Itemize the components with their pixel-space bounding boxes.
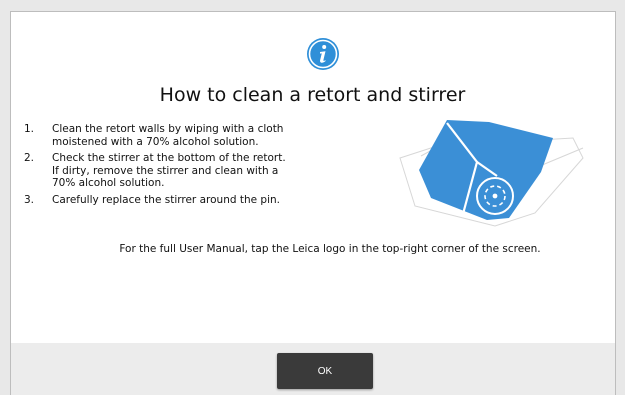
step-item: 1. Clean the retort walls by wiping with… bbox=[24, 123, 344, 148]
step-number: 3. bbox=[24, 193, 35, 206]
step-line: Check the stirrer at the bottom of the r… bbox=[52, 152, 286, 164]
step-item: 3. Carefully replace the stirrer around … bbox=[24, 194, 344, 207]
step-line: moistened with a 70% alcohol solution. bbox=[52, 135, 259, 148]
step-line: Clean the retort walls by wiping with a … bbox=[52, 123, 284, 135]
ok-button[interactable]: OK bbox=[277, 353, 373, 389]
step-number: 2. bbox=[24, 152, 35, 164]
step-item: 2. Check the stirrer at the bottom of th… bbox=[24, 152, 344, 190]
user-manual-note: For the full User Manual, tap the Leica … bbox=[119, 243, 541, 255]
step-line: 70% alcohol solution. bbox=[52, 177, 165, 189]
step-line: If dirty, remove the stirrer and clean w… bbox=[52, 164, 279, 177]
retort-stirrer-illustration bbox=[399, 120, 584, 227]
info-icon bbox=[307, 38, 339, 70]
dialog-title: How to clean a retort and stirrer bbox=[159, 84, 466, 106]
step-line: Carefully replace the stirrer around the… bbox=[52, 193, 280, 206]
step-number: 1. bbox=[24, 123, 35, 135]
instruction-steps: 1. Clean the retort walls by wiping with… bbox=[24, 123, 344, 210]
